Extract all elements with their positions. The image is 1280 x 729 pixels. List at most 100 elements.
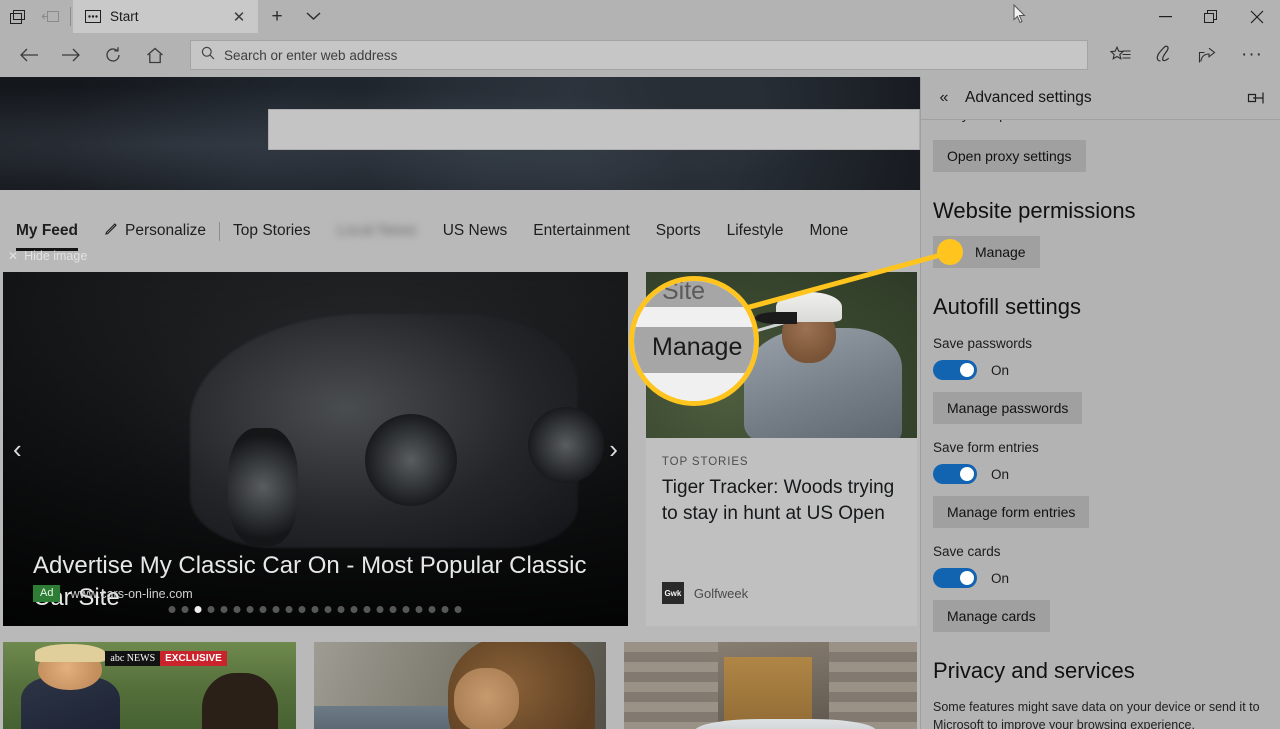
feed-tab-label: Local News [336, 222, 417, 239]
feed-tab-label: Lifestyle [726, 222, 784, 239]
news-card-house-driveway[interactable] [624, 642, 918, 729]
favorites-icon[interactable] [1098, 33, 1142, 77]
carousel-dot[interactable] [246, 606, 254, 613]
car-wheel [227, 427, 298, 546]
carousel-dot[interactable] [337, 606, 345, 613]
panel-title: Advanced settings [965, 89, 1092, 106]
feed-tab-my-feed[interactable]: My Feed [8, 222, 91, 251]
manage-form-entries-button[interactable]: Manage form entries [933, 496, 1090, 528]
forward-icon[interactable] [50, 33, 92, 77]
carousel-dot[interactable] [259, 606, 267, 613]
feed-tab-label: Top Stories [233, 222, 311, 239]
home-icon[interactable] [134, 33, 176, 77]
carousel-dot[interactable] [298, 606, 306, 613]
back-icon[interactable] [8, 33, 50, 77]
chevron-down-icon[interactable] [296, 0, 330, 33]
save-cards-toggle-row: On [933, 568, 1268, 588]
manage-passwords-button[interactable]: Manage passwords [933, 392, 1083, 424]
carousel-dot[interactable] [233, 606, 241, 613]
feed-tab-top-stories[interactable]: Top Stories [220, 222, 324, 240]
person-face-shape [454, 668, 519, 729]
feed-tab-personalize[interactable]: Personalize [91, 222, 219, 241]
page-content: ✕ Hide image My Feed Personalize Top Sto… [0, 77, 920, 729]
tab-close-icon[interactable]: ✕ [228, 8, 250, 26]
notes-pen-icon[interactable] [1142, 33, 1186, 77]
carousel-dot[interactable] [324, 606, 332, 613]
abc-news-exclusive-badge: abc NEWS EXCLUSIVE [105, 650, 227, 666]
carousel-dot[interactable] [389, 606, 397, 613]
carousel-dot[interactable] [402, 606, 410, 613]
carousel-dot[interactable] [194, 606, 202, 613]
news-card-kitchen-woman[interactable] [313, 642, 607, 729]
set-aside-tabs-icon[interactable] [34, 0, 68, 33]
save-passwords-toggle[interactable] [933, 360, 977, 380]
panel-scroll-area[interactable]: Proxy setup Open proxy settings Website … [921, 119, 1280, 729]
carousel-dot[interactable] [363, 606, 371, 613]
feed-tab-money[interactable]: Mone [796, 222, 861, 240]
feed-tab-label: Personalize [125, 222, 207, 239]
carousel-dot[interactable] [181, 606, 189, 613]
ad-card-title: Advertise My Classic Car On - Most Popul… [33, 552, 587, 611]
carousel-dot[interactable] [207, 606, 215, 613]
news-card-trump-interview[interactable]: abc NEWS EXCLUSIVE [3, 642, 296, 729]
new-tab-button[interactable]: + [258, 0, 296, 33]
feed-tab-us-news[interactable]: US News [430, 222, 521, 240]
carousel-dot[interactable] [441, 606, 449, 613]
more-options-icon[interactable]: ··· [1230, 33, 1274, 77]
carousel-dot[interactable] [428, 606, 436, 613]
news-card-source: Gwk Golfweek [661, 582, 748, 604]
carousel-prev-icon[interactable]: ‹ [13, 436, 22, 462]
magnified-partial-label: Site [662, 277, 706, 305]
stone-wall-shape [624, 642, 718, 729]
feed-tab-entertainment[interactable]: Entertainment [520, 222, 643, 240]
pin-icon[interactable] [1242, 91, 1268, 105]
carousel-dot[interactable] [168, 606, 176, 613]
window-restore-button[interactable] [1188, 0, 1234, 33]
save-passwords-label: Save passwords [933, 336, 1033, 351]
window-close-button[interactable] [1234, 0, 1280, 33]
window-minimize-button[interactable] [1142, 0, 1188, 33]
titlebar-divider [70, 7, 71, 26]
ad-card-classic-car[interactable]: ‹ › Advertise My Classic Car On - Most P… [3, 272, 628, 626]
featured-row: ‹ › Advertise My Classic Car On - Most P… [0, 272, 920, 626]
golfweek-logo: Gwk [661, 582, 684, 604]
advanced-settings-panel: « Advanced settings Proxy setup Open pro… [920, 77, 1280, 729]
carousel-dot[interactable] [220, 606, 228, 613]
browser-tab-start[interactable]: Start ✕ [73, 0, 258, 33]
carousel-dot[interactable] [454, 606, 462, 613]
navigation-bar: Search or enter web address ··· [0, 33, 1280, 77]
panel-header: « Advanced settings [921, 77, 1280, 119]
feed-tab-label: Mone [809, 222, 849, 239]
carousel-dot[interactable] [376, 606, 384, 613]
carousel-dot[interactable] [415, 606, 423, 613]
feed-tab-lifestyle[interactable]: Lifestyle [714, 222, 797, 240]
address-bar-input[interactable]: Search or enter web address [190, 40, 1088, 70]
carousel-dot[interactable] [285, 606, 293, 613]
browser-window: Start ✕ + Search or enter web address ··… [0, 0, 1280, 729]
save-form-entries-label: Save form entries [933, 440, 1039, 455]
carousel-dot[interactable] [350, 606, 358, 613]
save-form-entries-toggle[interactable] [933, 464, 977, 484]
feed-tab-sports[interactable]: Sports [643, 222, 714, 240]
refresh-icon[interactable] [92, 33, 134, 77]
save-cards-toggle[interactable] [933, 568, 977, 588]
hide-image-label: Hide image [24, 249, 88, 263]
title-bar: Start ✕ + [0, 0, 1280, 33]
back-chevron-icon[interactable]: « [929, 89, 959, 107]
carousel-pagination[interactable] [168, 606, 462, 613]
toolbar-actions: ··· [1098, 33, 1280, 77]
carousel-dot[interactable] [311, 606, 319, 613]
autofill-settings-heading: Autofill settings [933, 294, 1081, 319]
tab-preview-icon[interactable] [0, 0, 34, 33]
manage-cards-button[interactable]: Manage cards [933, 600, 1050, 632]
carousel-next-icon[interactable]: › [609, 436, 618, 462]
save-cards-state: On [991, 570, 1010, 586]
carousel-dot[interactable] [272, 606, 280, 613]
feed-tab-redacted[interactable]: Local News [324, 222, 430, 240]
share-icon[interactable] [1186, 33, 1230, 77]
hide-image-button[interactable]: ✕ Hide image [8, 249, 87, 263]
abc-news-label: abc NEWS [105, 650, 161, 666]
bing-search-input[interactable] [268, 109, 920, 150]
open-proxy-settings-button[interactable]: Open proxy settings [933, 140, 1086, 172]
feed-tab-label: US News [442, 222, 508, 239]
